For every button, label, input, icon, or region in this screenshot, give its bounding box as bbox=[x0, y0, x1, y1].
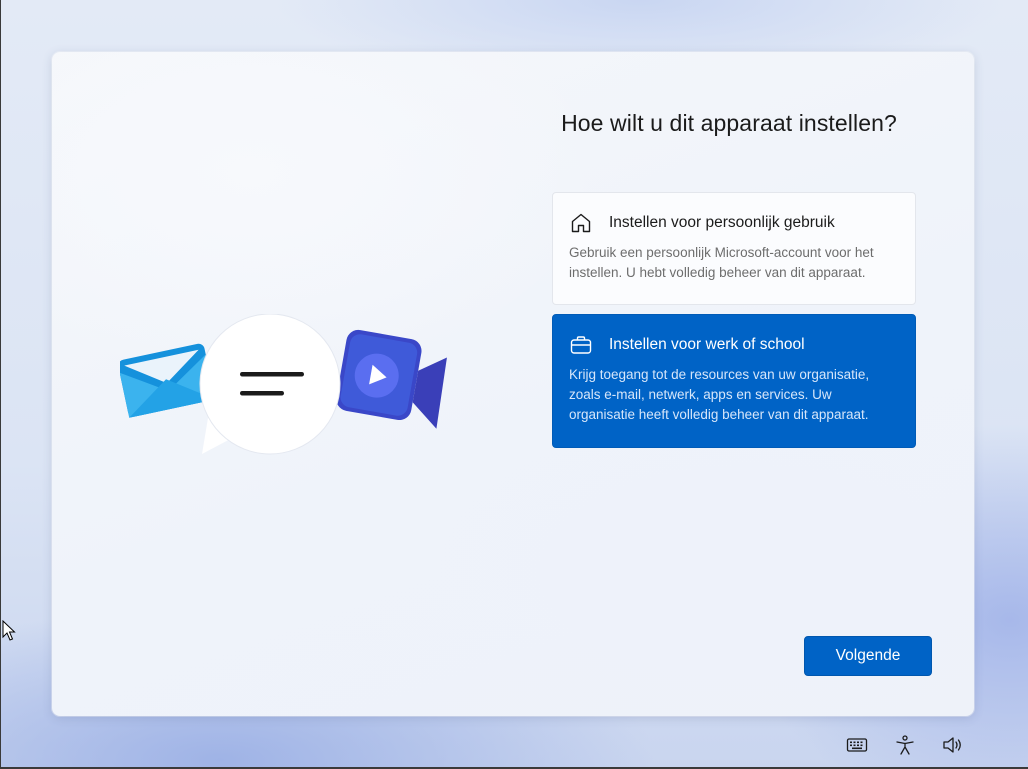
chat-bubble-icon bbox=[199, 314, 341, 455]
screen-edge bbox=[0, 0, 1, 769]
video-camera-icon bbox=[336, 329, 447, 429]
option-personal-use[interactable]: Instellen voor persoonlijk gebruik Gebru… bbox=[552, 192, 916, 305]
accessibility-icon[interactable] bbox=[893, 734, 917, 756]
mouse-cursor bbox=[2, 620, 16, 641]
option-work-school[interactable]: Instellen voor werk of school Krijg toeg… bbox=[552, 314, 916, 448]
page-title: Hoe wilt u dit apparaat instellen? bbox=[561, 110, 897, 136]
setup-dialog: Hoe wilt u dit apparaat instellen? Inste… bbox=[52, 52, 974, 716]
option-personal-title: Instellen voor persoonlijk gebruik bbox=[609, 214, 835, 231]
communication-illustration bbox=[120, 314, 447, 455]
briefcase-icon bbox=[570, 336, 592, 354]
option-work-description: Krijg toegang tot de resources van uw or… bbox=[569, 367, 870, 422]
system-tray bbox=[845, 734, 989, 756]
next-button[interactable]: Volgende bbox=[804, 636, 932, 676]
volume-icon[interactable] bbox=[941, 734, 965, 756]
option-work-title: Instellen voor werk of school bbox=[609, 336, 805, 353]
keyboard-icon[interactable] bbox=[845, 734, 869, 756]
home-icon bbox=[571, 213, 591, 233]
option-personal-description: Gebruik een persoonlijk Microsoft-accoun… bbox=[569, 245, 874, 280]
